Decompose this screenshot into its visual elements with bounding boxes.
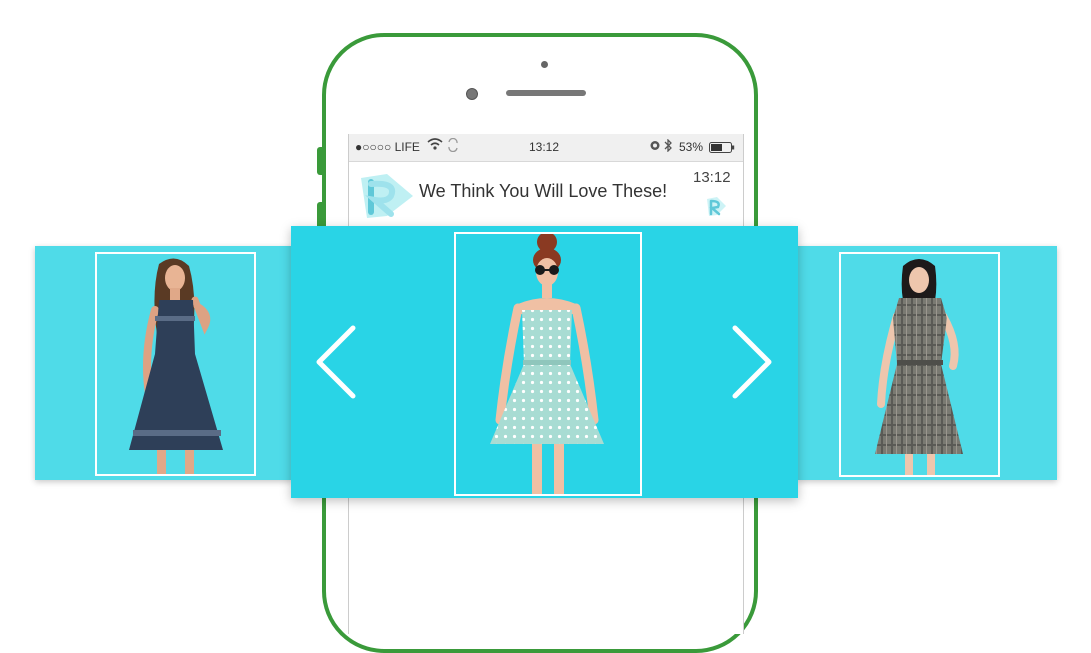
status-bar: ●○○○○ LIFE 13:12 53% <box>349 134 743 162</box>
app-mini-icon <box>705 196 727 218</box>
earpiece-speaker <box>506 90 586 96</box>
next-arrow-icon[interactable] <box>729 324 775 400</box>
product-image-navy-dress[interactable] <box>95 252 256 476</box>
status-time: 13:12 <box>529 140 560 154</box>
wifi-icon <box>427 137 443 151</box>
alarm-icon <box>649 139 661 151</box>
carousel-card-previous[interactable] <box>35 246 293 480</box>
carrier-label: ●○○○○ LIFE <box>355 140 420 154</box>
front-camera <box>466 88 478 100</box>
push-notification[interactable]: We Think You Will Love These! 13:12 <box>349 162 743 232</box>
carousel-card-next[interactable] <box>797 246 1057 480</box>
notification-message: We Think You Will Love These! <box>419 181 668 201</box>
proximity-sensor <box>541 61 548 68</box>
product-image-plaid-dress[interactable] <box>839 252 1000 477</box>
bluetooth-icon <box>664 139 673 152</box>
battery-percent: 53% <box>679 140 704 154</box>
app-logo-icon <box>357 172 415 220</box>
previous-arrow-icon[interactable] <box>313 324 359 400</box>
battery-icon <box>709 142 735 153</box>
carousel-card-current[interactable] <box>291 226 798 498</box>
product-image-polka-dot-dress[interactable] <box>454 232 642 496</box>
notification-time: 13:12 <box>693 169 731 186</box>
activity-icon <box>447 138 459 152</box>
mute-switch <box>317 147 323 175</box>
